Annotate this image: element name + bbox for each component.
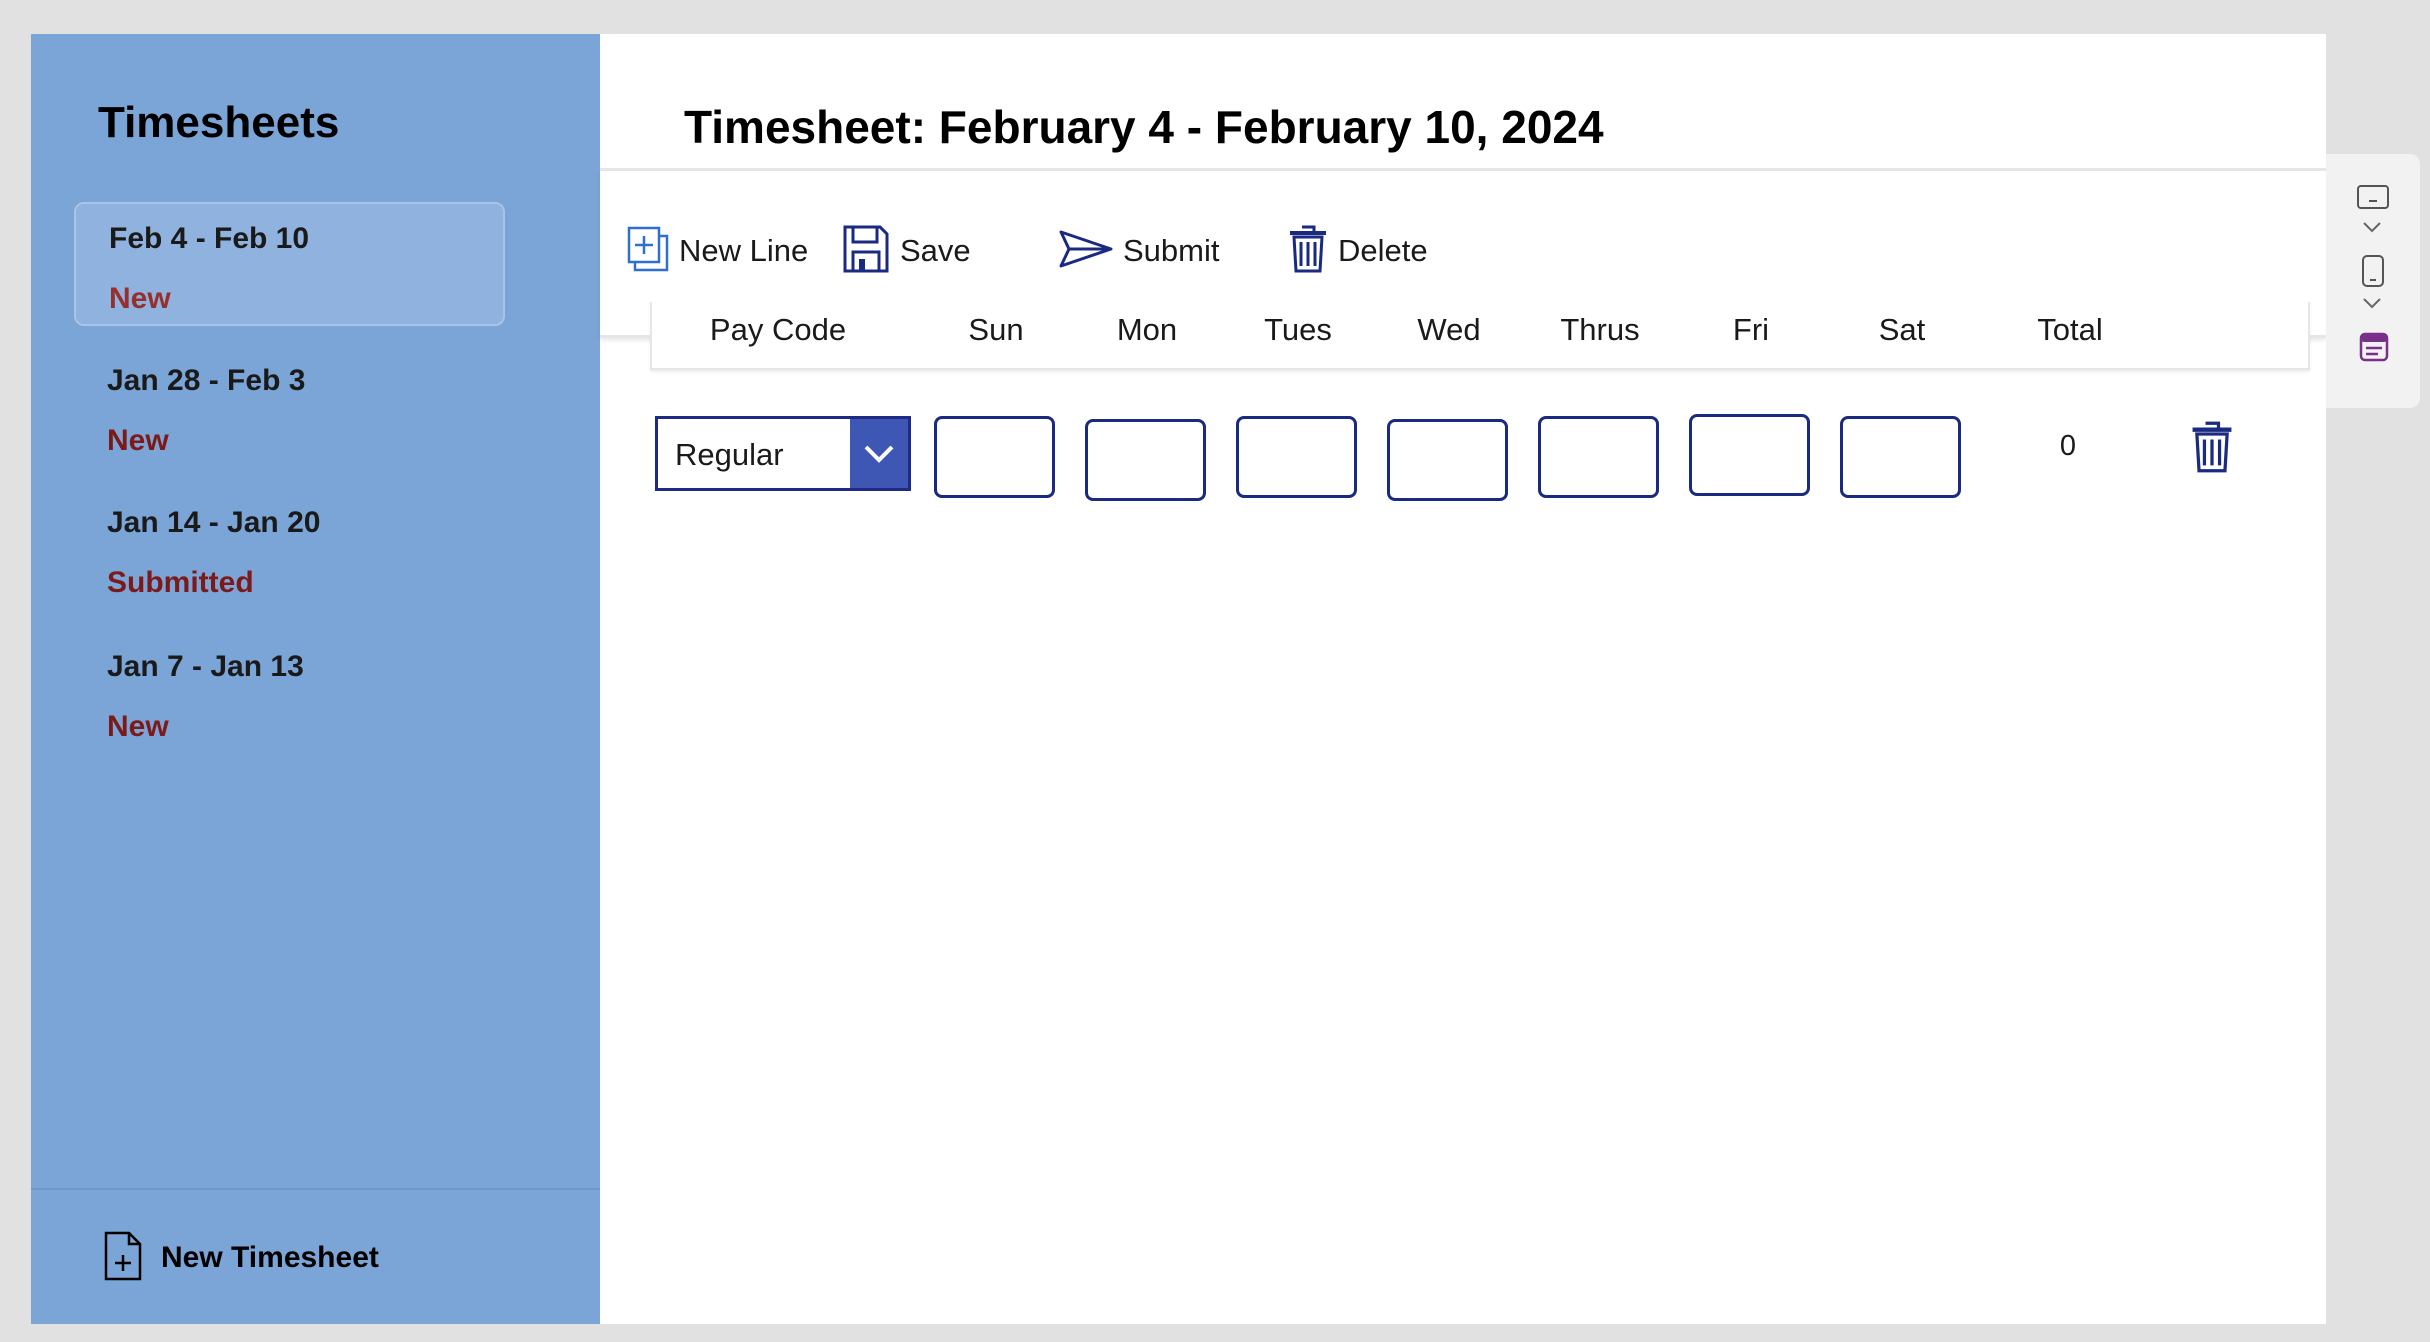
sidebar: Timesheets Feb 4 - Feb 10 New Jan 28 - F… (31, 34, 600, 1324)
hours-input-thrus[interactable] (1538, 416, 1659, 498)
row-delete-icon[interactable] (2190, 420, 2234, 479)
grid-header: Pay Code Sun Mon Tues Wed Thrus Fri Sat … (650, 302, 2310, 370)
timesheet-item-jan7[interactable]: Jan 7 - Jan 13 New (74, 632, 505, 756)
column-header-tues: Tues (1264, 312, 1332, 347)
new-timesheet-button[interactable]: New Timesheet (103, 1230, 379, 1286)
timesheet-range: Feb 4 - Feb 10 (109, 222, 310, 255)
hours-input-wed[interactable] (1387, 419, 1508, 501)
chevron-down-icon[interactable] (850, 419, 908, 488)
timesheet-item-feb4[interactable]: Feb 4 - Feb 10 New (74, 202, 505, 326)
delete-button[interactable]: Delete (1288, 223, 1428, 279)
timesheet-range: Jan 7 - Jan 13 (107, 650, 304, 683)
timesheet-range: Jan 14 - Jan 20 (107, 506, 321, 539)
timesheet-range: Jan 28 - Feb 3 (107, 364, 306, 397)
sidebar-divider (31, 1188, 600, 1190)
hours-input-sat[interactable] (1840, 416, 1961, 498)
save-icon (842, 224, 890, 279)
chevron-down-icon[interactable] (2362, 220, 2382, 238)
hours-input-tues[interactable] (1236, 416, 1357, 498)
column-header-wed: Wed (1417, 312, 1481, 347)
column-header-sun: Sun (968, 312, 1024, 347)
timesheet-status: Submitted (107, 566, 254, 599)
save-label: Save (900, 233, 971, 268)
timesheet-item-jan28[interactable]: Jan 28 - Feb 3 New (74, 346, 505, 470)
main-panel: Timesheet: February 4 - February 10, 202… (600, 34, 2326, 1324)
send-icon (1059, 229, 1113, 274)
hours-input-fri[interactable] (1689, 414, 1810, 496)
chevron-down-icon[interactable] (2362, 296, 2382, 314)
column-header-fri: Fri (1732, 312, 1770, 347)
add-line-icon (627, 226, 669, 277)
column-header-thrus: Thrus (1560, 312, 1640, 347)
timesheet-status: New (107, 710, 169, 743)
timesheet-item-jan14[interactable]: Jan 14 - Jan 20 Submitted (74, 488, 505, 612)
save-button[interactable]: Save (842, 223, 971, 279)
column-header-pay-code: Pay Code (709, 312, 847, 347)
pay-code-value: Regular (675, 437, 784, 472)
new-line-label: New Line (679, 233, 809, 268)
sidebar-title: Timesheets (98, 98, 340, 147)
phone-icon[interactable] (2361, 254, 2385, 293)
new-document-icon (103, 1231, 143, 1286)
timesheet-status: New (107, 424, 169, 457)
hours-input-sun[interactable] (934, 416, 1055, 498)
form-icon[interactable] (2359, 332, 2389, 367)
tablet-icon[interactable] (2356, 184, 2390, 215)
new-line-button[interactable]: New Line (627, 223, 808, 279)
column-header-mon: Mon (1116, 312, 1178, 347)
column-header-sat: Sat (1878, 312, 1926, 347)
new-timesheet-label: New Timesheet (161, 1241, 379, 1274)
submit-label: Submit (1123, 233, 1220, 268)
pay-code-dropdown[interactable]: Regular (655, 416, 911, 491)
right-rail (2326, 154, 2420, 408)
submit-button[interactable]: Submit (1059, 223, 1219, 279)
row-total: 0 (2059, 430, 2077, 462)
timesheet-status: New (109, 282, 171, 315)
delete-label: Delete (1338, 233, 1428, 268)
page-title: Timesheet: February 4 - February 10, 202… (684, 101, 1604, 153)
hours-input-mon[interactable] (1085, 419, 1206, 501)
column-header-total: Total (2037, 312, 2103, 347)
trash-icon (1288, 224, 1328, 279)
